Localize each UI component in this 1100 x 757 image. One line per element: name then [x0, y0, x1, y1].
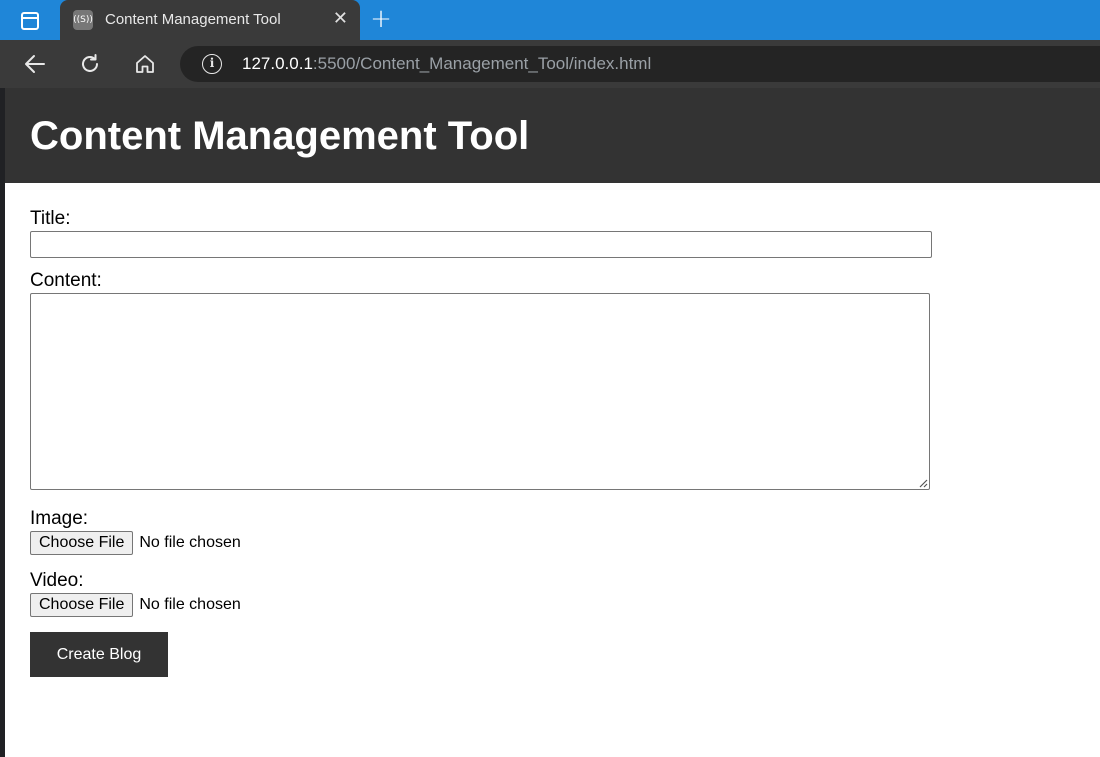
url-text: 127.0.0.1:5500/Content_Management_Tool/i…: [242, 54, 652, 73]
address-bar[interactable]: i 127.0.0.1:5500/Content_Management_Tool…: [180, 46, 1100, 82]
image-file-input: Choose File No file chosen: [30, 531, 241, 555]
close-tab-icon[interactable]: ✕: [333, 8, 348, 29]
image-file-status: No file chosen: [139, 534, 241, 551]
content-textarea[interactable]: [30, 293, 930, 490]
create-blog-button[interactable]: Create Blog: [30, 632, 168, 677]
content-label: Content:: [30, 270, 102, 291]
tab-title: Content Management Tool: [105, 11, 281, 28]
image-label: Image:: [30, 508, 89, 529]
browser-toolbar: i 127.0.0.1:5500/Content_Management_Tool…: [0, 40, 1100, 88]
back-icon[interactable]: [20, 50, 50, 78]
live-server-favicon-icon: ((S)): [73, 10, 93, 30]
video-label: Video:: [30, 570, 84, 591]
browser-tab-strip: ((S)) Content Management Tool ✕ +: [0, 0, 1100, 40]
image-choose-file-button[interactable]: Choose File: [30, 531, 134, 555]
home-icon[interactable]: [130, 50, 160, 78]
browser-tab[interactable]: ((S)) Content Management Tool ✕: [60, 0, 360, 40]
title-input[interactable]: [30, 231, 932, 258]
resize-grip-icon[interactable]: [918, 478, 928, 488]
title-label: Title:: [30, 208, 71, 229]
page-header: Content Management Tool: [5, 88, 1100, 183]
page-content: Content Management Tool Title: Content: …: [5, 88, 1100, 757]
new-tab-icon[interactable]: +: [368, 4, 394, 34]
video-file-input: Choose File No file chosen: [30, 593, 241, 617]
video-choose-file-button[interactable]: Choose File: [30, 593, 134, 617]
reload-icon[interactable]: [75, 50, 105, 78]
video-file-status: No file chosen: [139, 596, 241, 613]
site-info-icon[interactable]: i: [202, 54, 222, 74]
page-title: Content Management Tool: [30, 114, 530, 158]
tab-actions-icon[interactable]: [12, 9, 48, 33]
